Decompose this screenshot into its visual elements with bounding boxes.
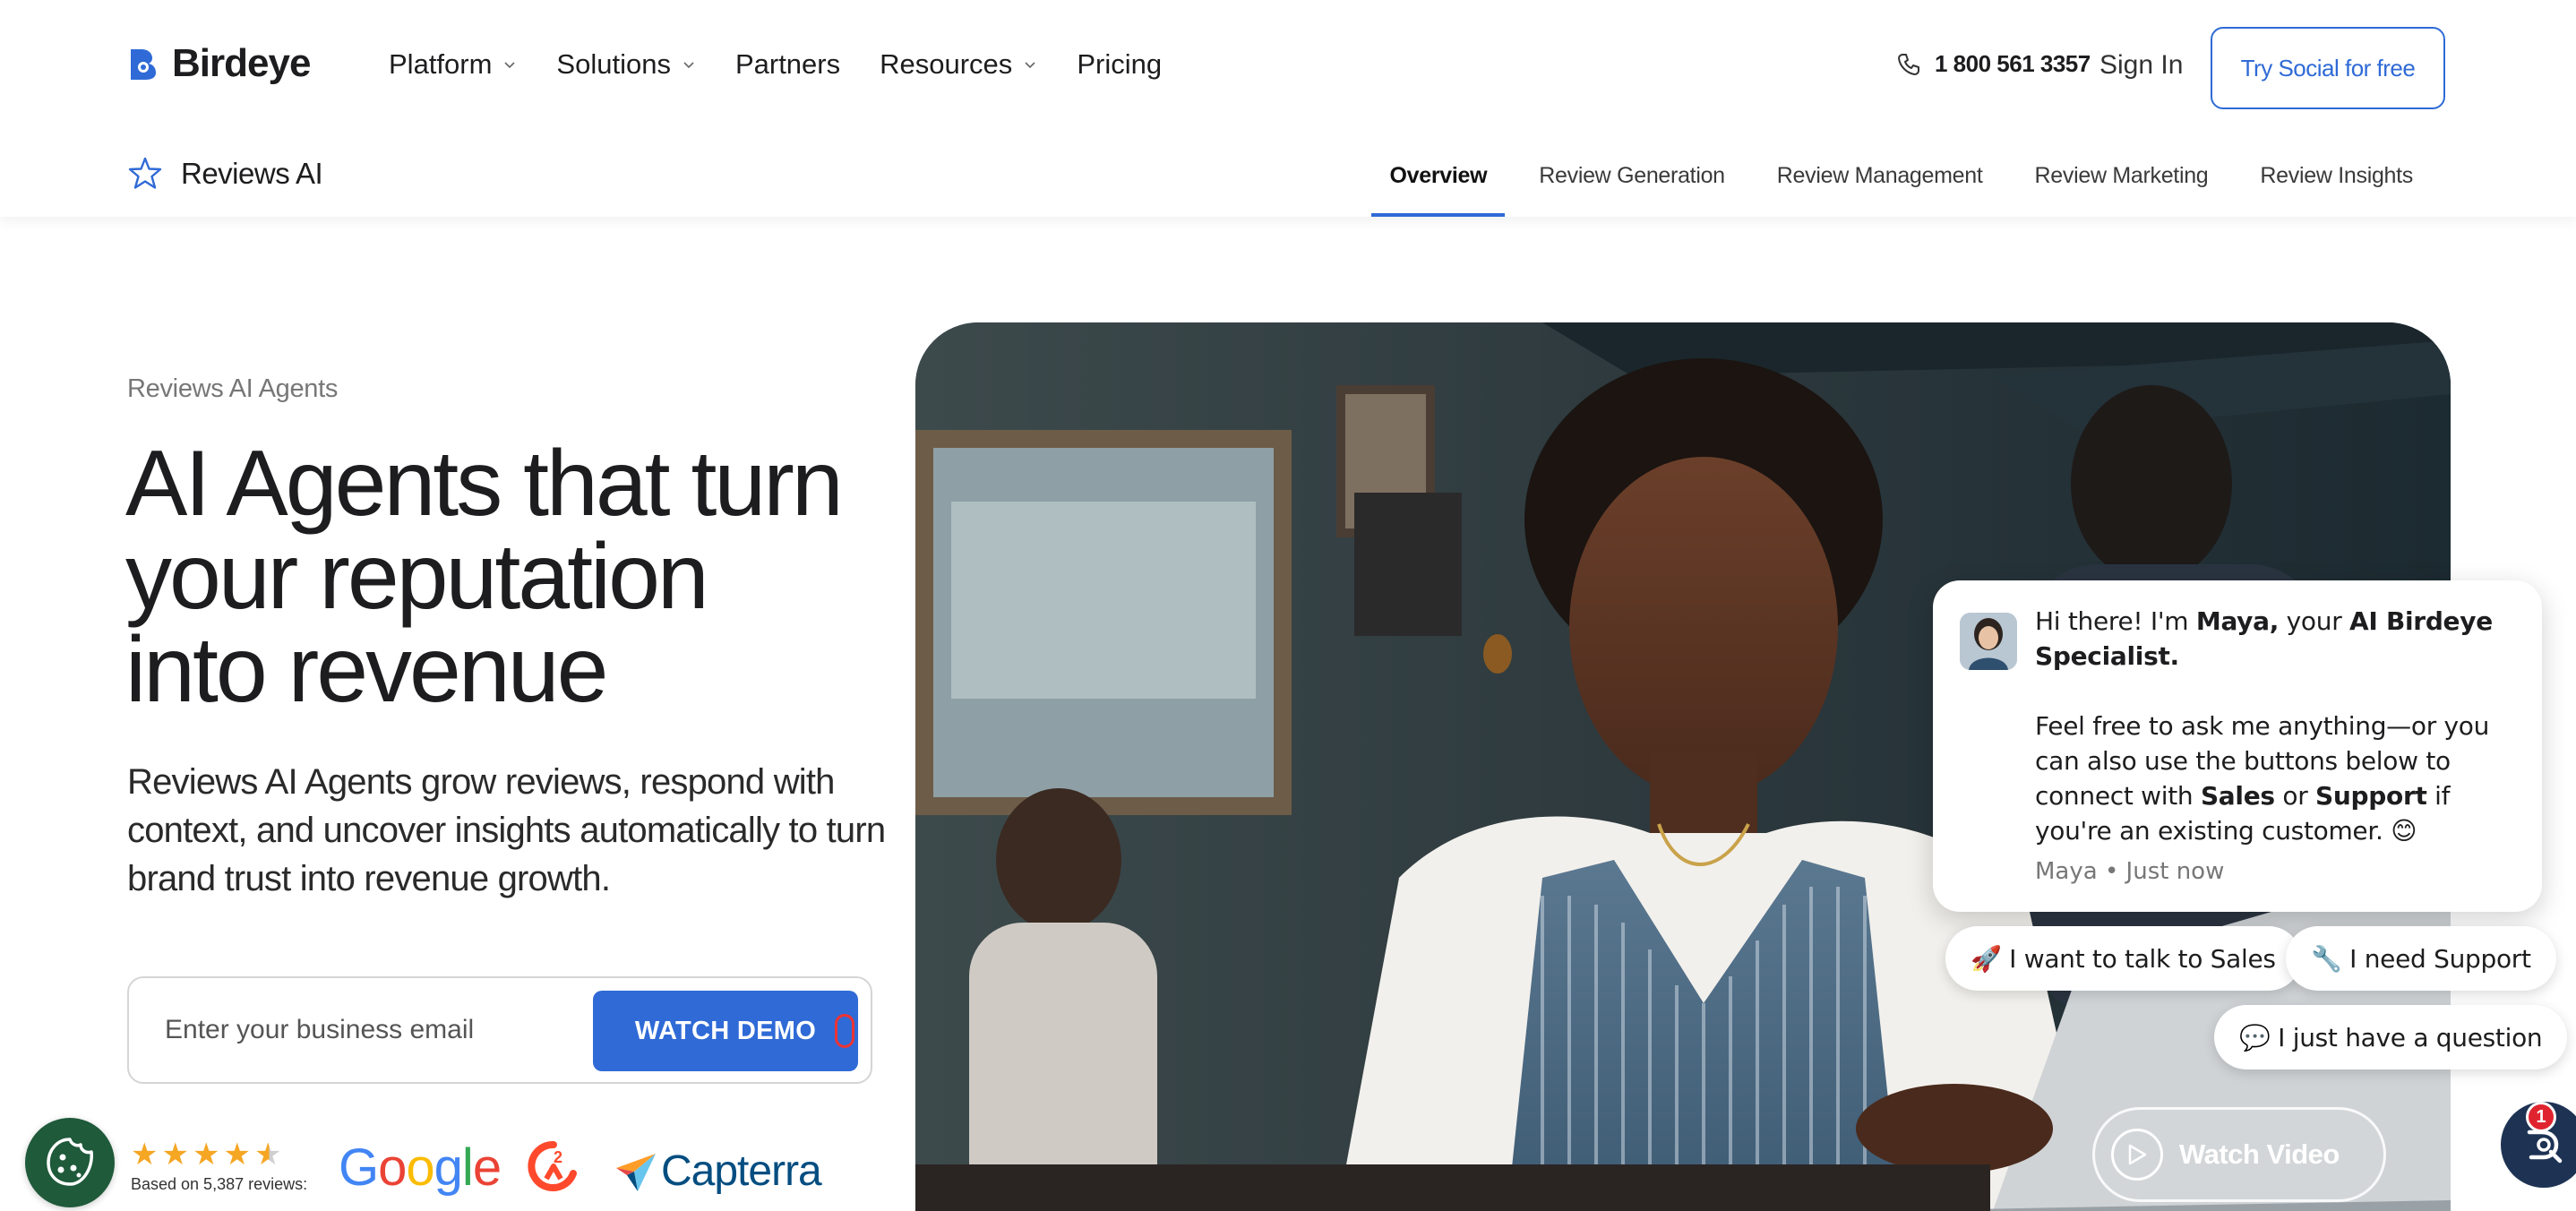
tab-review-management[interactable]: Review Management bbox=[1759, 134, 2001, 217]
chevron-down-icon bbox=[1025, 62, 1035, 69]
phone-number: 1 800 561 3357 bbox=[1935, 50, 2091, 77]
menu-item-label: Pricing bbox=[1077, 48, 1163, 80]
menu-item-pricing[interactable]: Pricing bbox=[1077, 48, 1162, 81]
chat-message-text: Hi there! I'm Maya, your AI Birdeye Spec… bbox=[2035, 604, 2519, 848]
agent-name: Maya, bbox=[2195, 606, 2280, 636]
chevron-down-icon bbox=[683, 62, 694, 69]
sign-in-link[interactable]: Sign In bbox=[2099, 50, 2183, 81]
product-title[interactable]: Reviews AI bbox=[127, 156, 323, 192]
menu-item-label: Solutions bbox=[556, 48, 671, 80]
headline-line: your reputation bbox=[125, 525, 709, 629]
menu-item-solutions[interactable]: Solutions bbox=[556, 48, 696, 81]
try-social-button[interactable]: Try Social for free bbox=[2211, 27, 2445, 109]
birdeye-logo-icon bbox=[131, 49, 156, 80]
hero-headline: AI Agents that turn your reputation into… bbox=[125, 437, 914, 717]
chip-need-support[interactable]: 🔧 I need Support bbox=[2286, 926, 2556, 991]
cookie-icon bbox=[47, 1138, 93, 1186]
star-icon: ★ bbox=[192, 1138, 220, 1172]
chat-meta: Maya • Just now bbox=[2035, 858, 2225, 885]
capterra-arrow-icon bbox=[616, 1153, 656, 1191]
headline-line: AI Agents that turn bbox=[125, 432, 844, 536]
logo-text: Birdeye bbox=[172, 41, 311, 85]
tab-review-insights[interactable]: Review Insights bbox=[2242, 134, 2431, 217]
product-title-text: Reviews AI bbox=[181, 157, 323, 190]
watch-video-button[interactable]: Watch Video bbox=[2092, 1107, 2386, 1202]
phone-icon bbox=[1898, 53, 1919, 75]
business-email-input[interactable] bbox=[165, 1010, 559, 1050]
tab-review-generation[interactable]: Review Generation bbox=[1521, 134, 1743, 217]
menu-item-resources[interactable]: Resources bbox=[880, 48, 1037, 81]
headline-line: into revenue bbox=[125, 618, 608, 722]
menu-item-label: Platform bbox=[389, 48, 493, 80]
demo-signup-form: WATCH DEMO bbox=[127, 976, 872, 1084]
hero-eyebrow: Reviews AI Agents bbox=[127, 374, 339, 403]
star-icon: ★ bbox=[131, 1138, 159, 1172]
mouse-cursor-indicator bbox=[835, 1014, 854, 1048]
tab-overview[interactable]: Overview bbox=[1371, 134, 1506, 217]
phone-link[interactable]: 1 800 561 3357 bbox=[1895, 50, 2091, 78]
tab-review-marketing[interactable]: Review Marketing bbox=[2017, 134, 2227, 217]
menu-item-label: Resources bbox=[880, 48, 1013, 80]
cookie-settings-button[interactable] bbox=[25, 1118, 115, 1207]
agent-avatar bbox=[1960, 613, 2017, 670]
chip-have-question[interactable]: 💬 I just have a question bbox=[2214, 1005, 2568, 1069]
google-logo: Google bbox=[339, 1138, 502, 1197]
star-icon: ★ bbox=[223, 1138, 251, 1172]
menu-item-label: Partners bbox=[734, 48, 841, 80]
star-outline-icon bbox=[128, 157, 162, 189]
menu-item-partners[interactable]: Partners bbox=[735, 48, 840, 81]
star-icon: ★ bbox=[161, 1138, 189, 1172]
chat-sales-word: Sales bbox=[2200, 781, 2275, 811]
watch-demo-button[interactable]: WATCH DEMO bbox=[593, 991, 858, 1071]
g2-logo: 2 bbox=[528, 1140, 577, 1191]
rating-count-text: Based on 5,387 reviews: bbox=[131, 1175, 308, 1193]
top-navigation: Birdeye Platform Solutions Partners Reso… bbox=[0, 0, 2576, 134]
chat-text: or bbox=[2274, 781, 2316, 811]
play-icon bbox=[2111, 1129, 2163, 1181]
hero-subcopy: Reviews AI Agents grow reviews, respond … bbox=[127, 762, 886, 898]
chat-text: Hi there! I'm bbox=[2035, 606, 2196, 636]
product-tabs: Overview Review Generation Review Manage… bbox=[1355, 134, 2431, 217]
birdeye-logo[interactable]: Birdeye bbox=[125, 41, 311, 86]
half-star-icon: ★ bbox=[253, 1138, 282, 1172]
chat-text: your bbox=[2279, 606, 2350, 636]
rating-stars: ★ ★ ★ ★ ★ bbox=[131, 1139, 307, 1170]
capterra-logo: Capterra bbox=[614, 1147, 822, 1196]
main-menu: Platform Solutions Partners Resources Pr… bbox=[389, 48, 1162, 81]
svg-text:2: 2 bbox=[554, 1148, 562, 1166]
chat-message-card: Hi there! I'm Maya, your AI Birdeye Spec… bbox=[1933, 580, 2542, 912]
menu-item-platform[interactable]: Platform bbox=[389, 48, 517, 81]
chevron-down-icon bbox=[504, 62, 515, 69]
product-subnav: Reviews AI Overview Review Generation Re… bbox=[0, 134, 2576, 217]
unread-count-badge: 1 bbox=[2526, 1102, 2556, 1132]
watch-video-label: Watch Video bbox=[2179, 1138, 2340, 1170]
chat-support-word: Support bbox=[2315, 781, 2427, 811]
review-rating: ★ ★ ★ ★ ★ Based on 5,387 reviews: bbox=[131, 1139, 307, 1194]
chip-talk-to-sales[interactable]: 🚀 I want to talk to Sales bbox=[1945, 926, 2301, 991]
